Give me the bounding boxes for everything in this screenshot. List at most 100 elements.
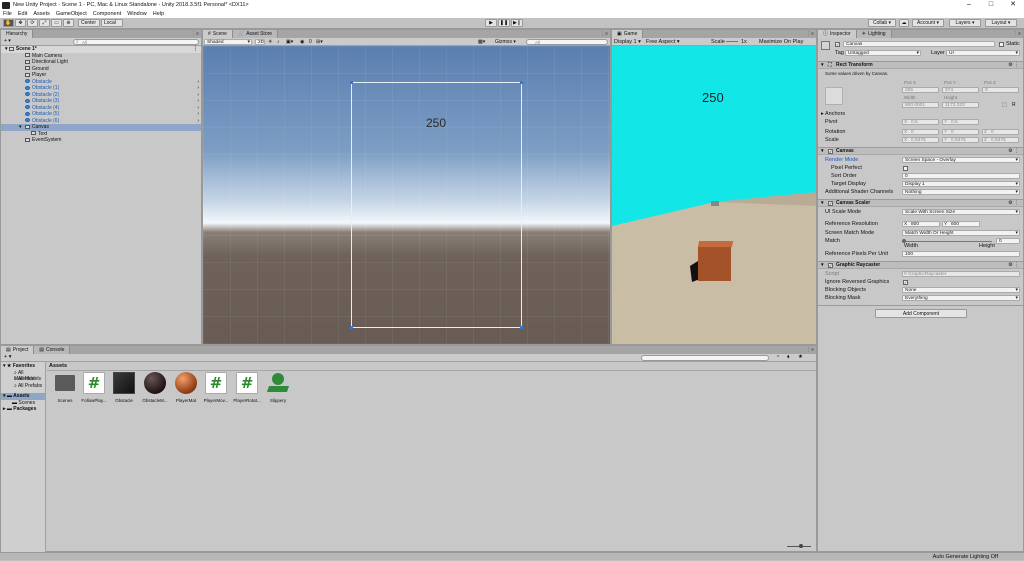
tab-inspector[interactable]: ⓘ Inspector xyxy=(818,30,857,38)
width-field[interactable]: 800.0001 xyxy=(902,102,939,108)
asset-item[interactable]: PlayerMat xyxy=(172,372,200,403)
layer-dropdown[interactable]: UI xyxy=(946,50,1020,56)
add-component-button[interactable]: Add Component xyxy=(875,309,967,318)
gizmo-grid-icon[interactable]: ⊞▾ xyxy=(316,38,323,46)
menu-component[interactable]: Component xyxy=(93,11,121,17)
step-button[interactable]: ▶❙ xyxy=(511,19,523,27)
layers-dropdown[interactable]: Layers ▾ xyxy=(949,19,981,27)
scene-panel-menu-icon[interactable]: ⋮≡ xyxy=(600,30,608,38)
component-menu-icon[interactable]: ⚙ ⋮ xyxy=(1008,148,1019,155)
hidden-objects-icon[interactable]: ◉ xyxy=(300,38,304,46)
maximize-on-play-toggle[interactable]: Maximize On Play xyxy=(759,38,803,46)
scale-slider[interactable] xyxy=(726,41,738,42)
match-value-field[interactable]: 0 xyxy=(996,238,1020,244)
rotation-x-field[interactable]: X0 xyxy=(902,129,939,135)
scale-tool-icon[interactable]: ⤢ xyxy=(39,19,50,27)
rotation-z-field[interactable]: Z0 xyxy=(982,129,1019,135)
blocking-mask-dropdown[interactable]: Everything xyxy=(902,295,1020,301)
project-create-dropdown[interactable]: + ▾ xyxy=(4,354,12,361)
favorite-star-icon[interactable]: ★ xyxy=(798,354,803,361)
collab-button[interactable]: Collab ▾ xyxy=(868,19,896,27)
rect-handle-tl[interactable] xyxy=(350,81,353,84)
menu-window[interactable]: Window xyxy=(127,11,147,17)
pivot-y-field[interactable]: Y 0.5 xyxy=(942,119,979,125)
rect-tool-icon[interactable]: ▭ xyxy=(51,19,62,27)
render-mode-dropdown[interactable]: Screen Space - Overlay xyxy=(902,157,1020,163)
inspector-panel-menu-icon[interactable]: ⋮≡ xyxy=(1013,30,1021,38)
tab-project[interactable]: ▤ Project xyxy=(1,346,35,354)
thumbnail-size-thumb[interactable] xyxy=(799,544,803,548)
active-checkbox[interactable]: ✓ xyxy=(835,42,840,47)
asset-item[interactable]: # PlayerRotat... xyxy=(233,372,261,403)
scene-search-input[interactable]: All xyxy=(526,39,608,45)
sort-order-field[interactable]: 0 xyxy=(902,173,1020,179)
minimize-icon[interactable]: – xyxy=(958,0,980,10)
pos-x-field[interactable]: 255 xyxy=(902,87,939,93)
rect-handle-br[interactable] xyxy=(520,326,523,329)
rect-transform-header[interactable]: ▾ ⛶ Rect Transform ⚙ ⋮ xyxy=(818,61,1023,69)
filter-label-icon[interactable]: ⬧ xyxy=(787,354,789,361)
project-panel-menu-icon[interactable]: ⋮≡ xyxy=(806,346,814,354)
scene-viewport[interactable]: 250 xyxy=(203,46,610,344)
rect-handle-bl[interactable] xyxy=(350,326,353,329)
ignore-reversed-checkbox[interactable]: ✓ xyxy=(903,280,908,285)
height-field[interactable]: 1173.333 xyxy=(942,102,979,108)
anchors-foldout[interactable]: ▸ Anchors xyxy=(821,111,845,118)
component-menu-icon[interactable]: ⚙ ⋮ xyxy=(1008,262,1019,269)
hierarchy-search-input[interactable]: All xyxy=(73,39,199,45)
ui-scale-mode-dropdown[interactable]: Scale With Screen Size xyxy=(902,209,1020,215)
screen-match-mode-dropdown[interactable]: Match Width Or Height xyxy=(902,230,1020,236)
static-checkbox[interactable] xyxy=(999,42,1004,47)
scale-z-field[interactable]: Z 0.6375 xyxy=(982,137,1019,143)
tab-console[interactable]: ▤ Console xyxy=(34,346,71,354)
object-name-field[interactable]: Canvas xyxy=(843,41,995,47)
asset-item[interactable]: Obstacle xyxy=(110,372,138,403)
audio-toggle-icon[interactable]: ♪ xyxy=(277,38,280,46)
fav-all-prefabs[interactable]: ⌕ All Prefabs xyxy=(1,383,45,390)
pivot-x-field[interactable]: X 0.5 xyxy=(902,119,939,125)
tab-game[interactable]: ▣ Game xyxy=(612,30,644,38)
camera-settings-icon[interactable]: ▩▾ xyxy=(478,38,485,46)
pivot-local-toggle[interactable]: Local xyxy=(101,19,123,27)
aspect-dropdown[interactable]: Free Aspect ▾ xyxy=(646,38,680,46)
panel-menu-icon[interactable]: ⋮≡ xyxy=(191,30,199,38)
tab-lighting[interactable]: ☀ Lighting xyxy=(856,30,892,38)
gizmo-count[interactable]: 0 xyxy=(309,38,312,46)
account-dropdown[interactable]: Account ▾ xyxy=(912,19,944,27)
transform-tool-icon[interactable]: ⊕ xyxy=(63,19,74,27)
asset-item[interactable]: # FollowPlay... xyxy=(80,372,108,403)
game-viewport[interactable]: 250 xyxy=(612,46,816,344)
game-panel-menu-icon[interactable]: ⋮≡ xyxy=(806,30,814,38)
scale-y-field[interactable]: Y 0.6375 xyxy=(942,137,979,143)
move-tool-icon[interactable]: ✥ xyxy=(15,19,26,27)
play-button[interactable]: ▶ xyxy=(485,19,497,27)
2d-toggle[interactable]: 2D xyxy=(255,39,265,45)
ref-res-x-field[interactable]: X 800 xyxy=(902,221,940,227)
canvas-scaler-enabled-checkbox[interactable]: ✓ xyxy=(828,201,833,206)
rotate-tool-icon[interactable]: ⟳ xyxy=(27,19,38,27)
menu-gameobject[interactable]: GameObject xyxy=(56,11,87,17)
tab-hierarchy[interactable]: Hierarchy xyxy=(1,30,34,38)
packages-row[interactable]: ▸ ▬ Packages xyxy=(1,406,45,413)
display-dropdown[interactable]: Display 1 ▾ xyxy=(614,38,641,46)
asset-item[interactable]: # PlayerMov... xyxy=(202,372,230,403)
gizmos-dropdown[interactable]: Gizmos ▾ xyxy=(495,38,516,46)
pixel-perfect-checkbox[interactable] xyxy=(903,166,908,171)
create-dropdown[interactable]: + ▾ xyxy=(4,38,11,45)
project-breadcrumb[interactable]: Assets xyxy=(49,363,67,370)
asset-item[interactable]: Scenes xyxy=(51,372,79,403)
ref-ppu-field[interactable]: 100 xyxy=(902,251,1020,257)
maximize-icon[interactable]: □ xyxy=(980,0,1002,10)
canvas-component-header[interactable]: ▾ ✓ Canvas ⚙ ⋮ xyxy=(818,147,1023,155)
blocking-objects-dropdown[interactable]: None xyxy=(902,287,1020,293)
project-search-input[interactable] xyxy=(641,355,769,361)
shading-mode-dropdown[interactable]: Shaded xyxy=(204,39,252,45)
close-icon[interactable]: ✕ xyxy=(1002,0,1024,10)
asset-item[interactable]: Slippery xyxy=(264,372,292,403)
raw-edit-icon[interactable]: R xyxy=(1012,102,1016,108)
script-field[interactable]: # GraphicRaycaster xyxy=(902,271,1020,277)
cloud-icon[interactable]: ☁ xyxy=(899,19,909,27)
pos-z-field[interactable]: 0 xyxy=(982,87,1019,93)
canvas-rect-gizmo[interactable]: 250 xyxy=(350,81,523,329)
pause-button[interactable]: ❚❚ xyxy=(498,19,510,27)
